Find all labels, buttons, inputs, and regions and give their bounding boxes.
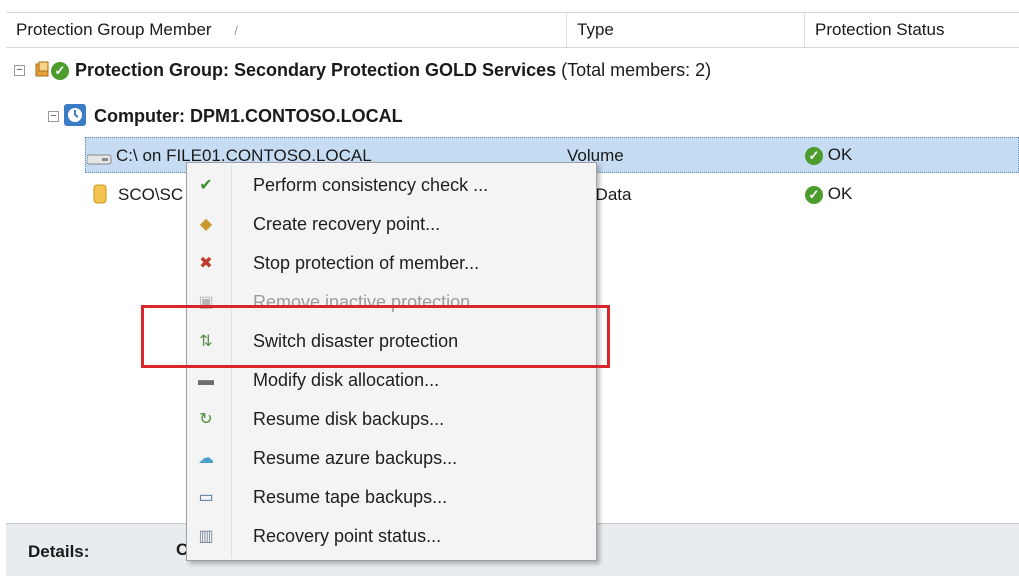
collapse-computer-icon[interactable]: − (48, 111, 59, 122)
menu-item-label: Resume disk backups... (253, 409, 445, 429)
menu-item-label: Stop protection of member... (253, 253, 480, 273)
column-header: Protection Group Member / Type Protectio… (6, 12, 1019, 48)
resume-azure-icon: ☁ (198, 450, 214, 467)
row-status-text: OK (827, 184, 853, 203)
computer-title: Computer: DPM1.CONTOSO.LOCAL (94, 106, 403, 126)
column-type-label: Type (577, 20, 614, 39)
resume-disk-icon: ↻ (199, 411, 213, 428)
column-status[interactable]: Protection Status (805, 13, 1019, 47)
ok-status-icon: ✓ (805, 185, 823, 204)
menu-item-label: Create recovery point... (253, 214, 441, 234)
menu-item-label: Resume tape backups... (253, 487, 448, 507)
menu-item[interactable]: ◆ Create recovery point... (189, 205, 594, 243)
resume-tape-icon: ▭ (198, 489, 214, 506)
sort-indicator-icon: / (234, 23, 238, 38)
consistency-check-icon: ✔ (199, 177, 213, 194)
menu-item-label: Recovery point status... (253, 526, 442, 546)
menu-item[interactable]: ▭ Resume tape backups... (189, 478, 594, 516)
sql-database-icon (93, 183, 107, 205)
volume-drive-icon (86, 150, 113, 165)
menu-item[interactable]: ▥ Recovery point status... (189, 517, 594, 555)
computer-clock-icon (64, 104, 86, 126)
ok-check-icon: ✓ (51, 60, 69, 80)
highlight-annotation-box (141, 305, 610, 368)
recovery-point-icon: ◆ (199, 216, 213, 233)
details-label: Details: (28, 542, 90, 561)
menu-item-label: Perform consistency check ... (253, 175, 489, 195)
stop-protection-icon: ✖ (199, 255, 213, 272)
ok-status-icon: ✓ (805, 146, 823, 165)
row-member-name: SCO\SC (118, 185, 184, 204)
row-status: ✓ OK (805, 184, 852, 204)
disk-allocation-icon: ▬ (198, 372, 214, 389)
column-status-label: Protection Status (815, 20, 945, 39)
menu-item-label: Resume azure backups... (253, 448, 458, 468)
menu-item[interactable]: ✖ Stop protection of member... (189, 244, 594, 282)
row-status: ✓ OK (805, 145, 852, 165)
menu-item[interactable]: ☁ Resume azure backups... (189, 439, 594, 477)
column-member-label: Protection Group Member (16, 20, 212, 39)
row-status-text: OK (827, 145, 853, 164)
column-member[interactable]: Protection Group Member / (6, 13, 567, 47)
recovery-status-icon: ▥ (198, 528, 214, 545)
menu-item[interactable]: ↻ Resume disk backups... (189, 400, 594, 438)
protection-group-row[interactable]: − ✓ Protection Group: Secondary Protecti… (6, 52, 1019, 88)
group-member-count: (Total members: 2) (561, 60, 712, 80)
collapse-group-icon[interactable]: − (14, 65, 25, 76)
column-type[interactable]: Type (567, 13, 805, 47)
computer-row[interactable]: − Computer: DPM1.CONTOSO.LOCAL (6, 98, 1019, 134)
menu-item[interactable]: ✔ Perform consistency check ... (189, 166, 594, 204)
group-title: Protection Group: Secondary Protection G… (75, 60, 557, 80)
